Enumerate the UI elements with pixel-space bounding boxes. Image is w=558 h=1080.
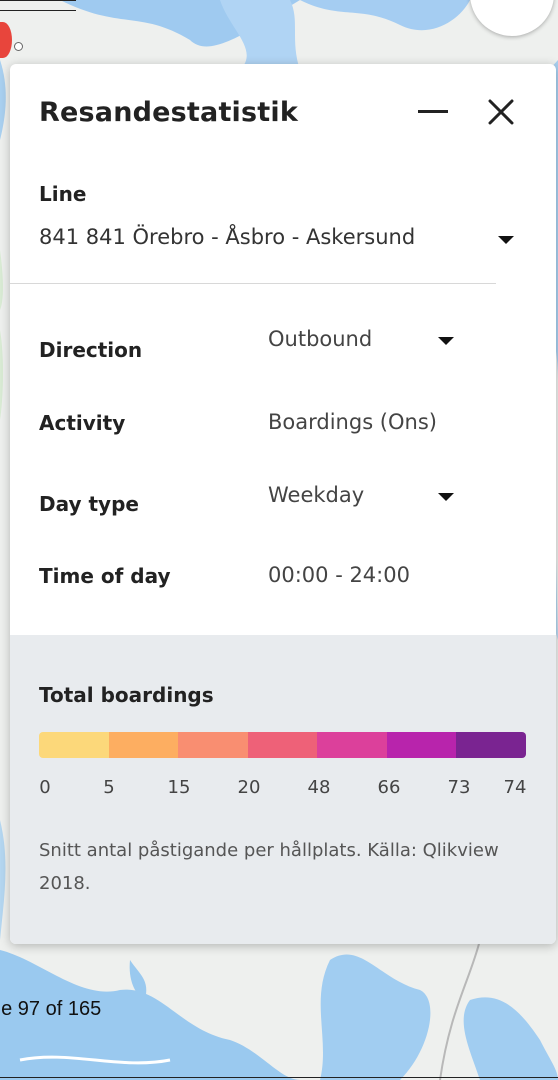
direction-select-value: Outbound (268, 327, 373, 351)
legend-tick-label: 20 (237, 777, 261, 798)
color-swatch-4 (317, 732, 387, 758)
legend-title: Total boardings (39, 683, 214, 707)
color-swatch-3 (247, 732, 318, 758)
timeofday-value: 00:00 - 24:00 (268, 563, 410, 587)
caret-down-icon (498, 236, 514, 244)
timeofday-label: Time of day (39, 564, 171, 588)
legend-tick-label: 73 (447, 777, 471, 798)
close-button[interactable] (487, 98, 515, 126)
legend-tick-label: 48 (307, 777, 331, 798)
line-select-value: 841 841 Örebro - Åsbro - Askersund (39, 225, 416, 249)
frame-border-top (0, 0, 76, 1)
color-swatch-5 (386, 732, 457, 758)
statistics-panel: Resandestatistik Line 841 841 Örebro - Å… (10, 64, 556, 944)
color-swatch-6 (456, 732, 526, 758)
section-divider (10, 283, 496, 284)
color-swatch-1 (108, 732, 179, 758)
legend-tick-label: 66 (377, 777, 401, 798)
frame-border-top-short (0, 10, 76, 11)
page-counter: ge 97 of 165 (0, 998, 102, 1020)
color-ramp (39, 732, 526, 758)
legend-tick-label: 0 (39, 777, 51, 798)
daytype-select[interactable]: Weekday (260, 480, 460, 520)
line-label: Line (39, 182, 87, 206)
panel-title: Resandestatistik (39, 97, 299, 128)
daytype-select-value: Weekday (268, 483, 365, 507)
legend-note: Snitt antal påstigande per hållplats. Kä… (39, 840, 499, 894)
frame-border-bottom (0, 1077, 558, 1078)
legend-section: Total boardings 0 5 15 20 48 66 73 74 Snitt ant… (10, 635, 556, 944)
close-icon (488, 99, 514, 125)
minimize-icon (418, 110, 448, 113)
legend-ticks: 0 5 15 20 48 66 73 74 (39, 777, 526, 801)
line-select[interactable]: 841 841 Örebro - Åsbro - Askersund (30, 216, 530, 256)
legend-tick-label: 5 (103, 777, 115, 798)
caret-down-icon (438, 337, 454, 345)
activity-value: Boardings (Ons) (268, 410, 437, 434)
minimize-button[interactable] (418, 94, 450, 126)
direction-label: Direction (39, 338, 143, 362)
map-stop-dot[interactable] (14, 42, 23, 51)
color-swatch-2 (178, 732, 248, 758)
activity-label: Activity (39, 411, 126, 435)
caret-down-icon (438, 493, 454, 501)
legend-tick-label: 74 (503, 777, 527, 798)
daytype-label: Day type (39, 492, 139, 516)
legend-tick-label: 15 (167, 777, 191, 798)
direction-select[interactable]: Outbound (260, 324, 460, 364)
color-swatch-0 (39, 732, 109, 758)
